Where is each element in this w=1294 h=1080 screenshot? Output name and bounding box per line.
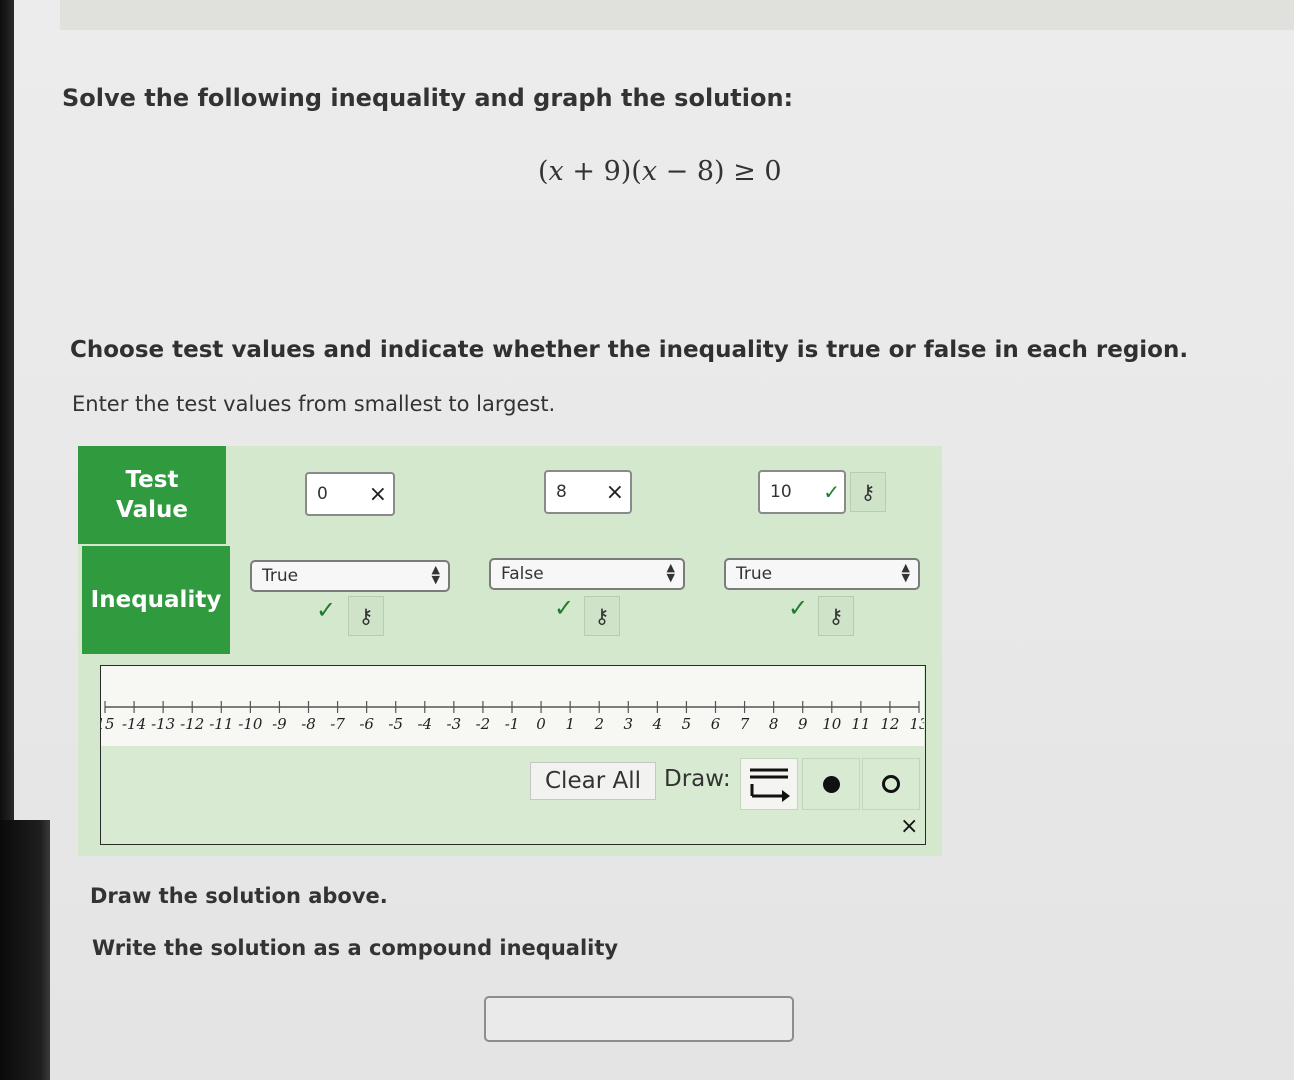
correct-icon: ✓ bbox=[788, 594, 809, 622]
inequality-select-3[interactable]: True ▲ ▼ bbox=[724, 558, 920, 590]
test-value-3: 10 bbox=[770, 482, 792, 502]
number-line-tick-label: -1 bbox=[505, 715, 520, 733]
ray-tool-button[interactable] bbox=[740, 758, 798, 810]
number-line-tick-label: 1 bbox=[565, 715, 575, 733]
top-strip bbox=[60, 0, 1294, 30]
test-value-2: 8 bbox=[556, 482, 567, 502]
open-dot-tool-button[interactable] bbox=[862, 758, 920, 810]
correct-icon: ✓ bbox=[823, 480, 840, 504]
number-line-tick-label: -14 bbox=[122, 715, 146, 733]
number-line-tick-label: 0 bbox=[536, 715, 546, 733]
number-line-tick-label: -13 bbox=[151, 715, 175, 733]
key-icon[interactable]: ⚷ bbox=[850, 472, 886, 512]
number-line-tick-label: 10 bbox=[822, 715, 842, 733]
delete-icon[interactable]: × bbox=[900, 814, 918, 839]
draw-label: Draw: bbox=[664, 766, 731, 792]
clear-all-button[interactable]: Clear All bbox=[530, 762, 656, 800]
number-line-graph[interactable]: 15-14-13-12-11-10-9-8-7-6-5-4-3-2-101234… bbox=[100, 665, 926, 845]
number-line[interactable]: 15-14-13-12-11-10-9-8-7-6-5-4-3-2-101234… bbox=[101, 666, 924, 746]
compound-inequality-input[interactable] bbox=[484, 996, 794, 1042]
number-line-tick-label: -5 bbox=[388, 715, 403, 733]
number-line-tick-label: 13 bbox=[909, 715, 924, 733]
number-line-tick-label: 8 bbox=[769, 715, 779, 733]
number-line-tick-label: 7 bbox=[740, 715, 750, 733]
inequality-select-3-value: True bbox=[736, 564, 773, 584]
number-line-tick-label: 6 bbox=[711, 715, 721, 733]
test-value-1: 0 bbox=[317, 484, 328, 504]
number-line-tick-label: 4 bbox=[652, 715, 663, 733]
key-icon[interactable]: ⚷ bbox=[348, 596, 384, 636]
inequality-select-1-value: True bbox=[262, 566, 299, 586]
key-icon[interactable]: ⚷ bbox=[818, 596, 854, 636]
ray-arrow-icon bbox=[750, 768, 790, 802]
number-line-tick-label: 12 bbox=[880, 715, 899, 733]
number-line-tick-label: -4 bbox=[417, 715, 432, 733]
incorrect-icon: × bbox=[605, 480, 624, 505]
correct-icon: ✓ bbox=[316, 596, 337, 624]
test-value-input-3[interactable]: 10 ✓ bbox=[758, 470, 846, 514]
test-value-input-1[interactable]: 0 × bbox=[305, 472, 395, 516]
select-arrows-icon: ▲ ▼ bbox=[901, 561, 910, 584]
number-line-tick-label: 11 bbox=[851, 715, 870, 733]
number-line-tick-label: -8 bbox=[301, 715, 316, 733]
screen: Solve the following inequality and graph… bbox=[0, 0, 1294, 1080]
number-line-tick-label: -12 bbox=[180, 715, 204, 733]
header-test-value: Test Value bbox=[78, 446, 226, 544]
key-icon[interactable]: ⚷ bbox=[584, 596, 620, 636]
inequality-equation: (x + 9)(x − 8) ≥ 0 bbox=[538, 156, 782, 187]
number-line-tick-label: 5 bbox=[682, 715, 692, 733]
number-line-tick-label: -2 bbox=[476, 715, 491, 733]
number-line-canvas[interactable]: 15-14-13-12-11-10-9-8-7-6-5-4-3-2-101234… bbox=[101, 666, 924, 746]
instruction-test-values: Choose test values and indicate whether … bbox=[70, 337, 1189, 363]
number-line-tick-label: -11 bbox=[209, 715, 233, 733]
closed-dot-tool-button[interactable] bbox=[802, 758, 860, 810]
closed-dot-icon bbox=[822, 775, 840, 793]
incorrect-icon: × bbox=[368, 482, 387, 507]
correct-icon: ✓ bbox=[554, 594, 575, 622]
select-arrows-icon: ▲ ▼ bbox=[431, 563, 440, 586]
inequality-select-2-value: False bbox=[501, 564, 544, 584]
number-line-tick-label: 15 bbox=[101, 715, 115, 733]
number-line-tick-label: 2 bbox=[593, 715, 604, 733]
monitor-bezel-bottom bbox=[0, 820, 50, 1080]
instruction-order: Enter the test values from smallest to l… bbox=[72, 392, 556, 416]
test-value-input-2[interactable]: 8 × bbox=[544, 470, 632, 514]
number-line-tick-label: -3 bbox=[447, 715, 462, 733]
number-line-tick-label: -6 bbox=[359, 715, 374, 733]
problem-title: Solve the following inequality and graph… bbox=[62, 84, 794, 112]
number-line-tick-label: -9 bbox=[272, 715, 287, 733]
number-line-tick-label: 9 bbox=[798, 715, 808, 733]
select-arrows-icon: ▲ ▼ bbox=[666, 561, 675, 584]
open-dot-icon bbox=[882, 775, 900, 793]
number-line-tick-label: -10 bbox=[238, 715, 263, 733]
inequality-select-1[interactable]: True ▲ ▼ bbox=[250, 560, 450, 592]
write-instruction: Write the solution as a compound inequal… bbox=[92, 936, 619, 960]
header-inequality: Inequality bbox=[82, 546, 230, 654]
number-line-tick-label: 3 bbox=[624, 715, 634, 733]
inequality-select-2[interactable]: False ▲ ▼ bbox=[489, 558, 685, 590]
draw-instruction: Draw the solution above. bbox=[90, 884, 388, 908]
number-line-tick-label: -7 bbox=[330, 715, 345, 733]
